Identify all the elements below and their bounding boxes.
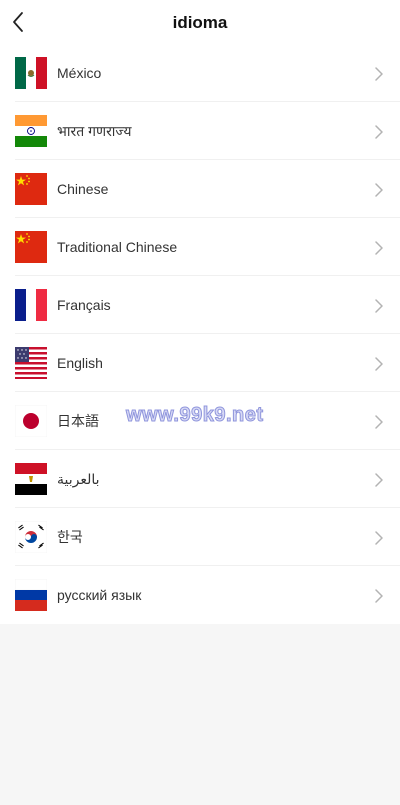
- language-row-chinese[interactable]: Chinese: [0, 160, 400, 218]
- language-row-russian[interactable]: русский язык: [0, 566, 400, 624]
- language-row-english[interactable]: English: [0, 334, 400, 392]
- egypt-flag-icon: [15, 463, 47, 495]
- chevron-right-icon: [374, 589, 384, 603]
- language-label: بالعربية: [57, 471, 100, 487]
- page-title: idioma: [172, 13, 228, 32]
- language-row-arabic[interactable]: بالعربية: [0, 450, 400, 508]
- india-flag-icon: [15, 115, 47, 147]
- chevron-right-icon: [374, 299, 384, 313]
- chevron-right-icon: [374, 531, 384, 545]
- chevron-right-icon: [374, 241, 384, 255]
- chevron-right-icon: [374, 67, 384, 81]
- chevron-right-icon: [374, 183, 384, 197]
- language-row-korean[interactable]: 한국: [0, 508, 400, 566]
- language-row-traditional-chinese[interactable]: Traditional Chinese: [0, 218, 400, 276]
- language-label: México: [57, 65, 102, 81]
- watermark-text: www.99k9.net: [126, 404, 264, 427]
- language-label: भारत गणराज्य: [57, 123, 132, 139]
- china-flag-icon: [15, 231, 47, 263]
- chevron-right-icon: [374, 415, 384, 429]
- language-label: русский язык: [57, 587, 142, 603]
- language-label: Français: [57, 297, 111, 313]
- language-row-french[interactable]: Français: [0, 276, 400, 334]
- chevron-right-icon: [374, 125, 384, 139]
- japan-flag-icon: [15, 405, 47, 437]
- mexico-flag-icon: [15, 57, 47, 89]
- language-label: 한국: [57, 529, 83, 545]
- chevron-right-icon: [374, 357, 384, 371]
- russia-flag-icon: [15, 579, 47, 611]
- language-row-india[interactable]: भारत गणराज्य: [0, 102, 400, 160]
- chevron-right-icon: [374, 473, 384, 487]
- language-label: Traditional Chinese: [57, 239, 178, 255]
- china-flag-icon: [15, 173, 47, 205]
- language-label: 日本語: [57, 413, 99, 429]
- language-label: English: [57, 355, 103, 371]
- language-list: México भारत गणराज्य Chinese Traditional …: [0, 44, 400, 624]
- header-bar: idioma: [0, 0, 400, 44]
- france-flag-icon: [15, 289, 47, 321]
- korea-flag-icon: [15, 521, 47, 553]
- language-row-mexico[interactable]: México: [0, 44, 400, 102]
- usa-flag-icon: [15, 347, 47, 379]
- language-label: Chinese: [57, 181, 109, 197]
